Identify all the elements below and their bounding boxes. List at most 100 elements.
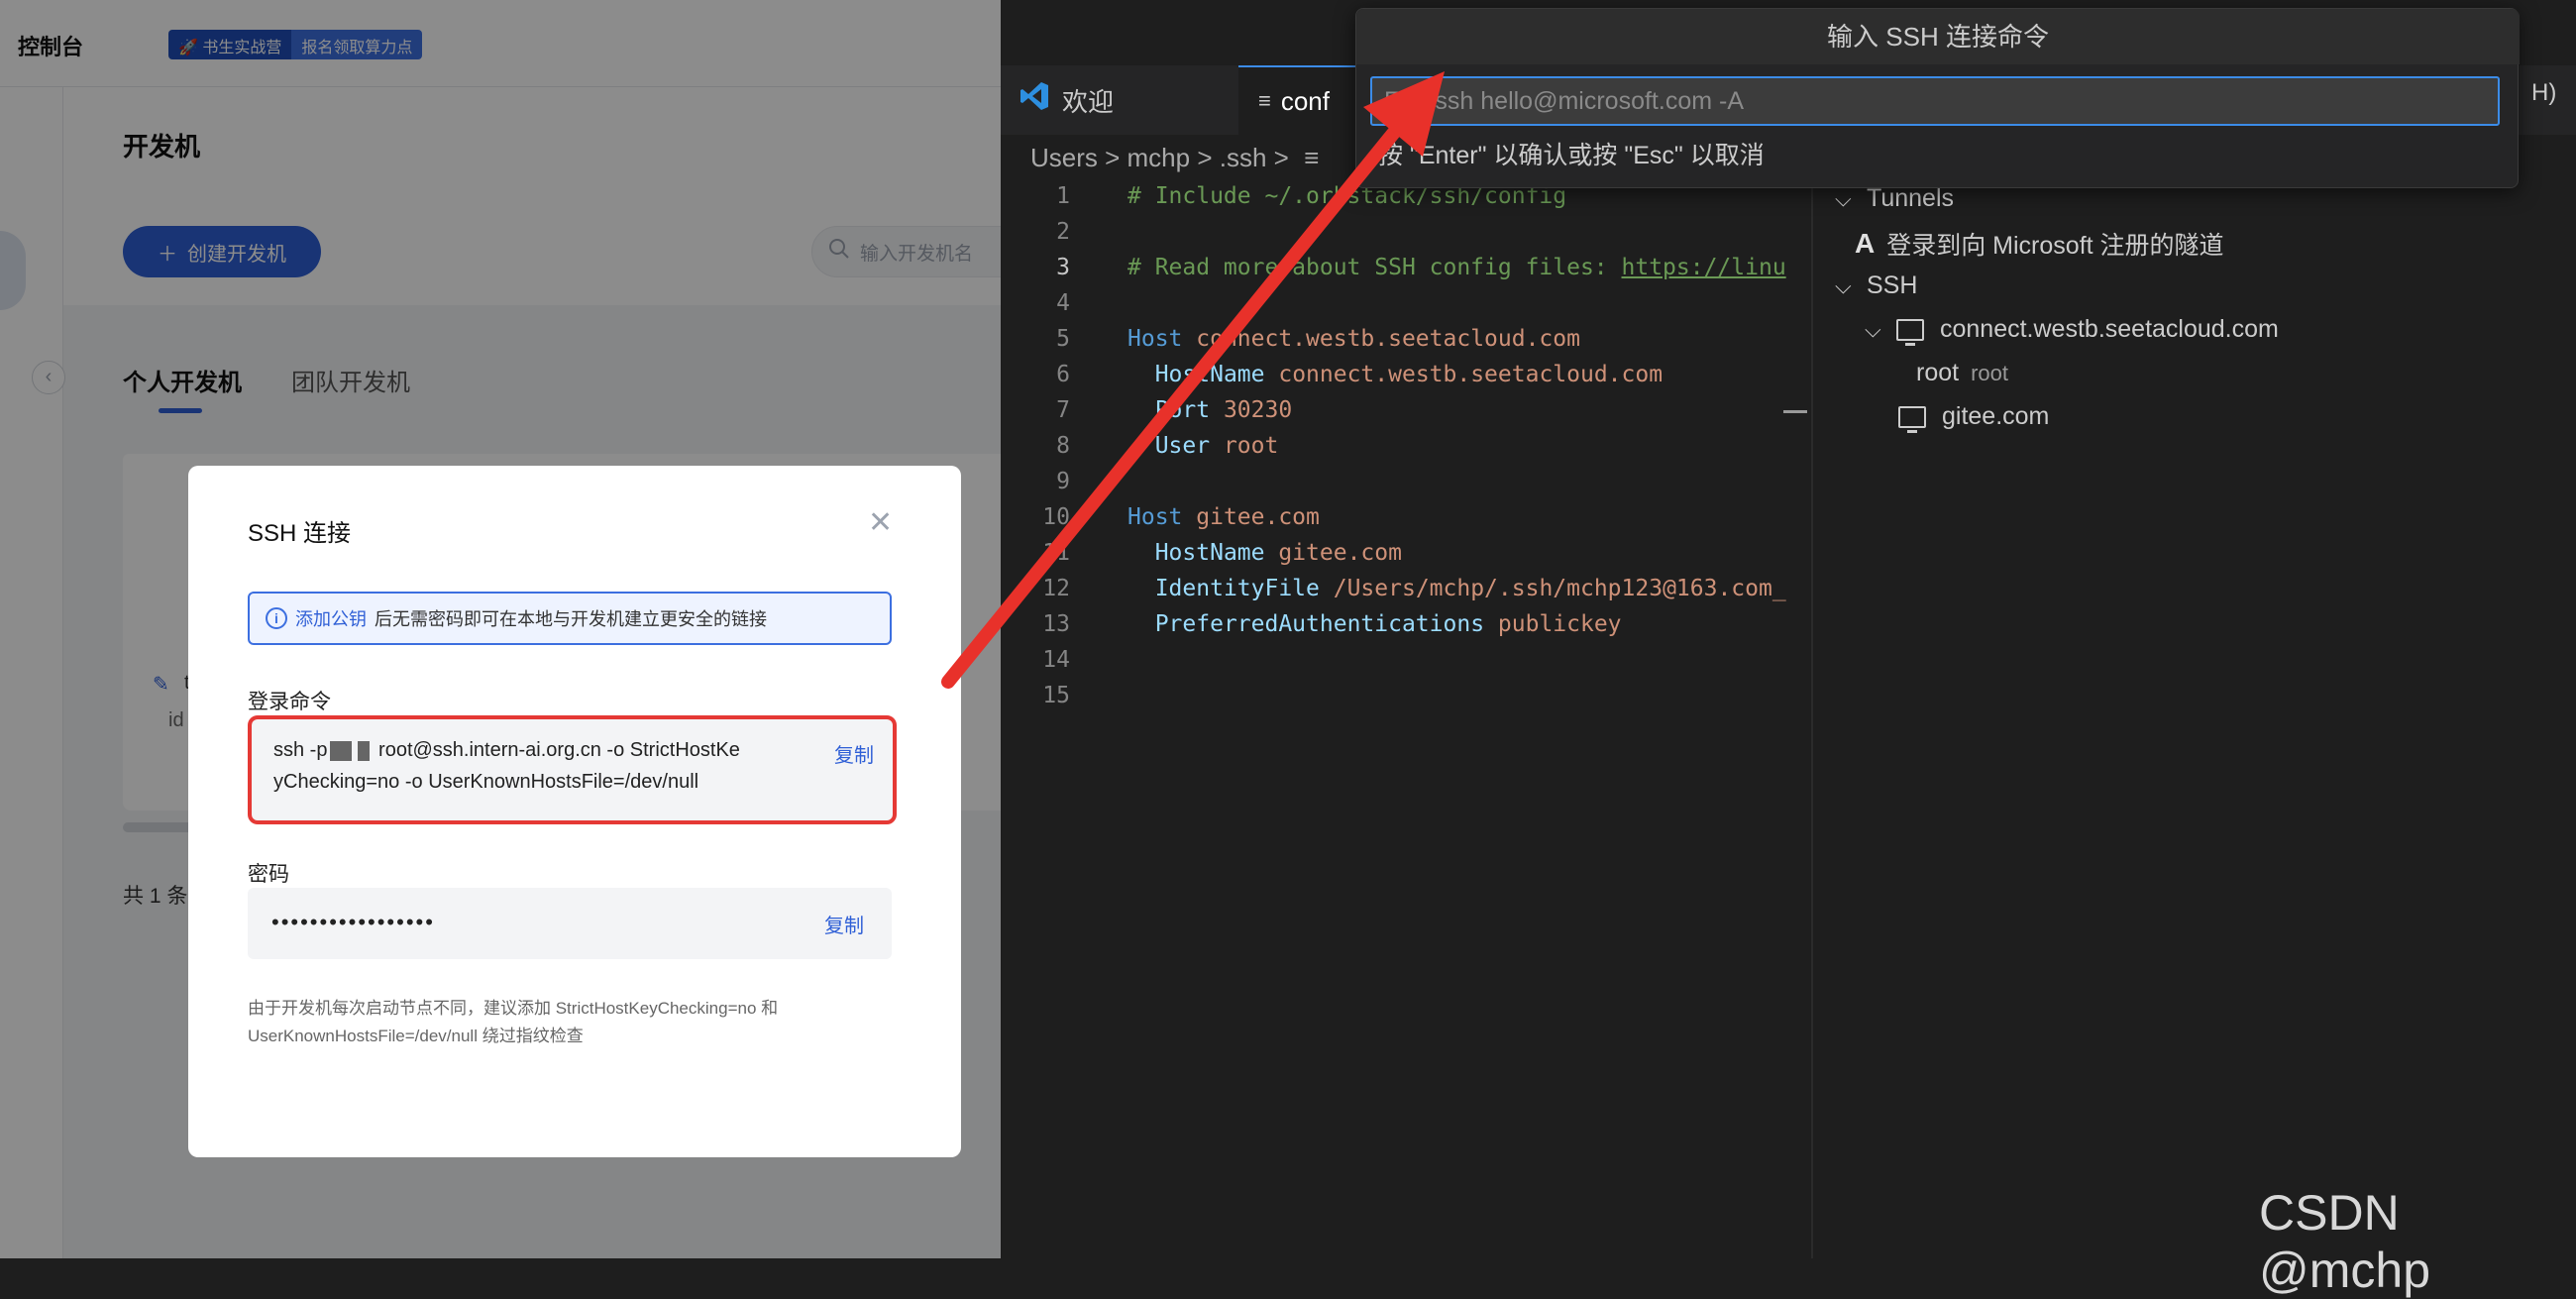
tree-label: root [1916, 359, 1960, 386]
code-value: gitee.com [1278, 540, 1402, 566]
code-line: Host gitee.com [1127, 499, 1811, 535]
code-value: root [1223, 433, 1279, 459]
code-keyword: HostName [1154, 362, 1265, 387]
info-banner: i 添加公钥 后无需密码即可在本地与开发机建立更安全的链接 [248, 592, 892, 645]
chevron-down-icon: ⌵ [1865, 316, 1881, 342]
tree-item-tunnel-login[interactable]: A 登录到向 Microsoft 注册的隧道 [1855, 226, 2224, 262]
command-prefix: ssh -p [273, 739, 328, 761]
command-line-1: ssh -p root@ssh.intern-ai.org.cn -o Stri… [273, 739, 740, 762]
tree-label: SSH [1867, 271, 1918, 299]
code-keyword: Port [1154, 397, 1211, 423]
code-keyword: HostName [1154, 540, 1265, 566]
tree-label: connect.westb.seetacloud.com [1940, 315, 2279, 343]
redacted-port [330, 740, 353, 761]
minimap-marker [1783, 410, 1807, 413]
line-number: 12 [1042, 576, 1070, 601]
tree-label: gitee.com [1942, 402, 2050, 430]
code-value: 30230 [1223, 397, 1293, 423]
login-command-box: ssh -p root@ssh.intern-ai.org.cn -o Stri… [248, 715, 897, 824]
azure-icon: A [1855, 228, 1876, 259]
code-comment: # Read more about SSH config files: [1127, 255, 1622, 280]
code-keyword: PreferredAuthentications [1154, 611, 1485, 637]
vscode-icon [1019, 80, 1050, 120]
vscode-window: 欢迎 ≡ conf H) Users > mchp > .ssh > ≡ 123… [1001, 0, 2576, 1258]
code-line: Port 30230 [1127, 392, 1811, 428]
tree-item-host-2[interactable]: gitee.com [1898, 402, 2050, 433]
breadcrumb-path: Users > mchp > .ssh > [1030, 143, 1289, 172]
copy-password-button[interactable]: 复制 [824, 910, 864, 938]
tree-item-host-1[interactable]: ⌵ connect.westb.seetacloud.com [1865, 315, 2279, 346]
monitor-icon [1896, 318, 1924, 346]
quick-input-hint: 按 "Enter" 以确认或按 "Esc" 以取消 [1378, 142, 1765, 169]
info-text: 后无需密码即可在本地与开发机建立更安全的链接 [375, 609, 767, 629]
code-line: IdentityFile /Users/mchp/.ssh/mchp123@16… [1127, 571, 1811, 606]
code-keyword: User [1154, 433, 1211, 459]
code-line: HostName gitee.com [1127, 535, 1811, 571]
chevron-down-icon: ⌵ [1835, 185, 1852, 211]
line-number: 2 [1056, 219, 1070, 245]
quick-input-title: 输入 SSH 连接命令 [1356, 9, 2520, 64]
chevron-down-icon: ⌵ [1835, 272, 1852, 298]
tree-section-ssh[interactable]: ⌵ SSH [1835, 271, 1917, 300]
tab-welcome[interactable]: 欢迎 [1001, 65, 1238, 135]
tab-fragment[interactable]: H) [2531, 79, 2556, 107]
code-content[interactable]: # Include ~/.orbstack/ssh/config # Read … [1127, 178, 1811, 713]
monitor-icon [1898, 405, 1926, 433]
line-number: 7 [1056, 397, 1070, 423]
tree-label: Tunnels [1867, 184, 1955, 212]
code-keyword: Host [1127, 504, 1183, 530]
line-number-gutter: 1 2 3 4 5 6 7 8 9 10 11 12 13 14 15 [1001, 178, 1070, 713]
file-lines-icon: ≡ [1258, 88, 1271, 113]
command-line-2: yChecking=no -o UserKnownHostsFile=/dev/… [273, 771, 699, 793]
line-number: 13 [1042, 611, 1070, 637]
tab-config-label: conf [1280, 85, 1330, 116]
password-box: ••••••••••••••••• 复制 [248, 888, 892, 959]
code-link[interactable]: https://linu [1622, 255, 1786, 280]
redacted-port-2 [358, 740, 371, 761]
remote-explorer-panel: ⌵ Tunnels A 登录到向 Microsoft 注册的隧道 ⌵ SSH ⌵… [1813, 135, 2576, 1258]
code-line: Host connect.westb.seetacloud.com [1127, 321, 1811, 357]
ssh-command-input[interactable] [1370, 76, 2500, 126]
command-host: root@ssh.intern-ai.org.cn -o StrictHostK… [378, 739, 740, 761]
copy-command-button[interactable]: 复制 [834, 739, 874, 768]
close-icon[interactable]: ✕ [868, 505, 893, 540]
breadcrumb[interactable]: Users > mchp > .ssh > ≡ [1030, 143, 1319, 173]
ssh-connect-dialog: SSH 连接 ✕ i 添加公钥 后无需密码即可在本地与开发机建立更安全的链接 登… [188, 466, 961, 1157]
add-public-key-link[interactable]: 添加公钥 [295, 605, 367, 631]
code-line: # Read more about SSH config files: http… [1127, 250, 1811, 285]
code-line: HostName connect.westb.seetacloud.com [1127, 357, 1811, 392]
password-value: ••••••••••••••••• [271, 910, 435, 934]
tree-item-user[interactable]: root root [1916, 359, 2008, 387]
line-number: 15 [1042, 683, 1070, 708]
code-value: connect.westb.seetacloud.com [1278, 362, 1664, 387]
line-number: 4 [1056, 290, 1070, 316]
code-value: publickey [1497, 611, 1622, 637]
line-number: 10 [1042, 504, 1070, 530]
line-number: 5 [1056, 326, 1070, 352]
fingerprint-note: 由于开发机每次启动节点不同，建议添加 StrictHostKeyChecking… [248, 999, 779, 1045]
code-line: User root [1127, 428, 1811, 464]
code-value: /Users/mchp/.ssh/mchp123@163.com_ [1333, 576, 1786, 601]
line-number: 6 [1056, 362, 1070, 387]
tab-welcome-label: 欢迎 [1062, 86, 1115, 117]
password-label: 密码 [248, 863, 289, 886]
code-value: gitee.com [1196, 504, 1320, 530]
tree-section-tunnels[interactable]: ⌵ Tunnels [1835, 184, 1954, 213]
line-number: 1 [1056, 183, 1070, 209]
line-number: 3 [1056, 255, 1070, 280]
code-editor[interactable]: 1 2 3 4 5 6 7 8 9 10 11 12 13 14 15 # Include ~/.orbst… [1001, 178, 1811, 1258]
line-number: 11 [1042, 540, 1070, 566]
line-number: 9 [1056, 469, 1070, 494]
code-keyword: IdentityFile [1154, 576, 1320, 601]
quick-input-palette: 输入 SSH 连接命令 按 "Enter" 以确认或按 "Esc" 以取消 [1355, 8, 2520, 188]
code-line: PreferredAuthentications publickey [1127, 606, 1811, 642]
tree-label: 登录到向 Microsoft 注册的隧道 [1886, 232, 2224, 260]
file-lines-icon: ≡ [1304, 143, 1320, 172]
code-keyword: Host [1127, 326, 1183, 352]
line-number: 14 [1042, 647, 1070, 673]
dialog-title: SSH 连接 [248, 520, 352, 547]
